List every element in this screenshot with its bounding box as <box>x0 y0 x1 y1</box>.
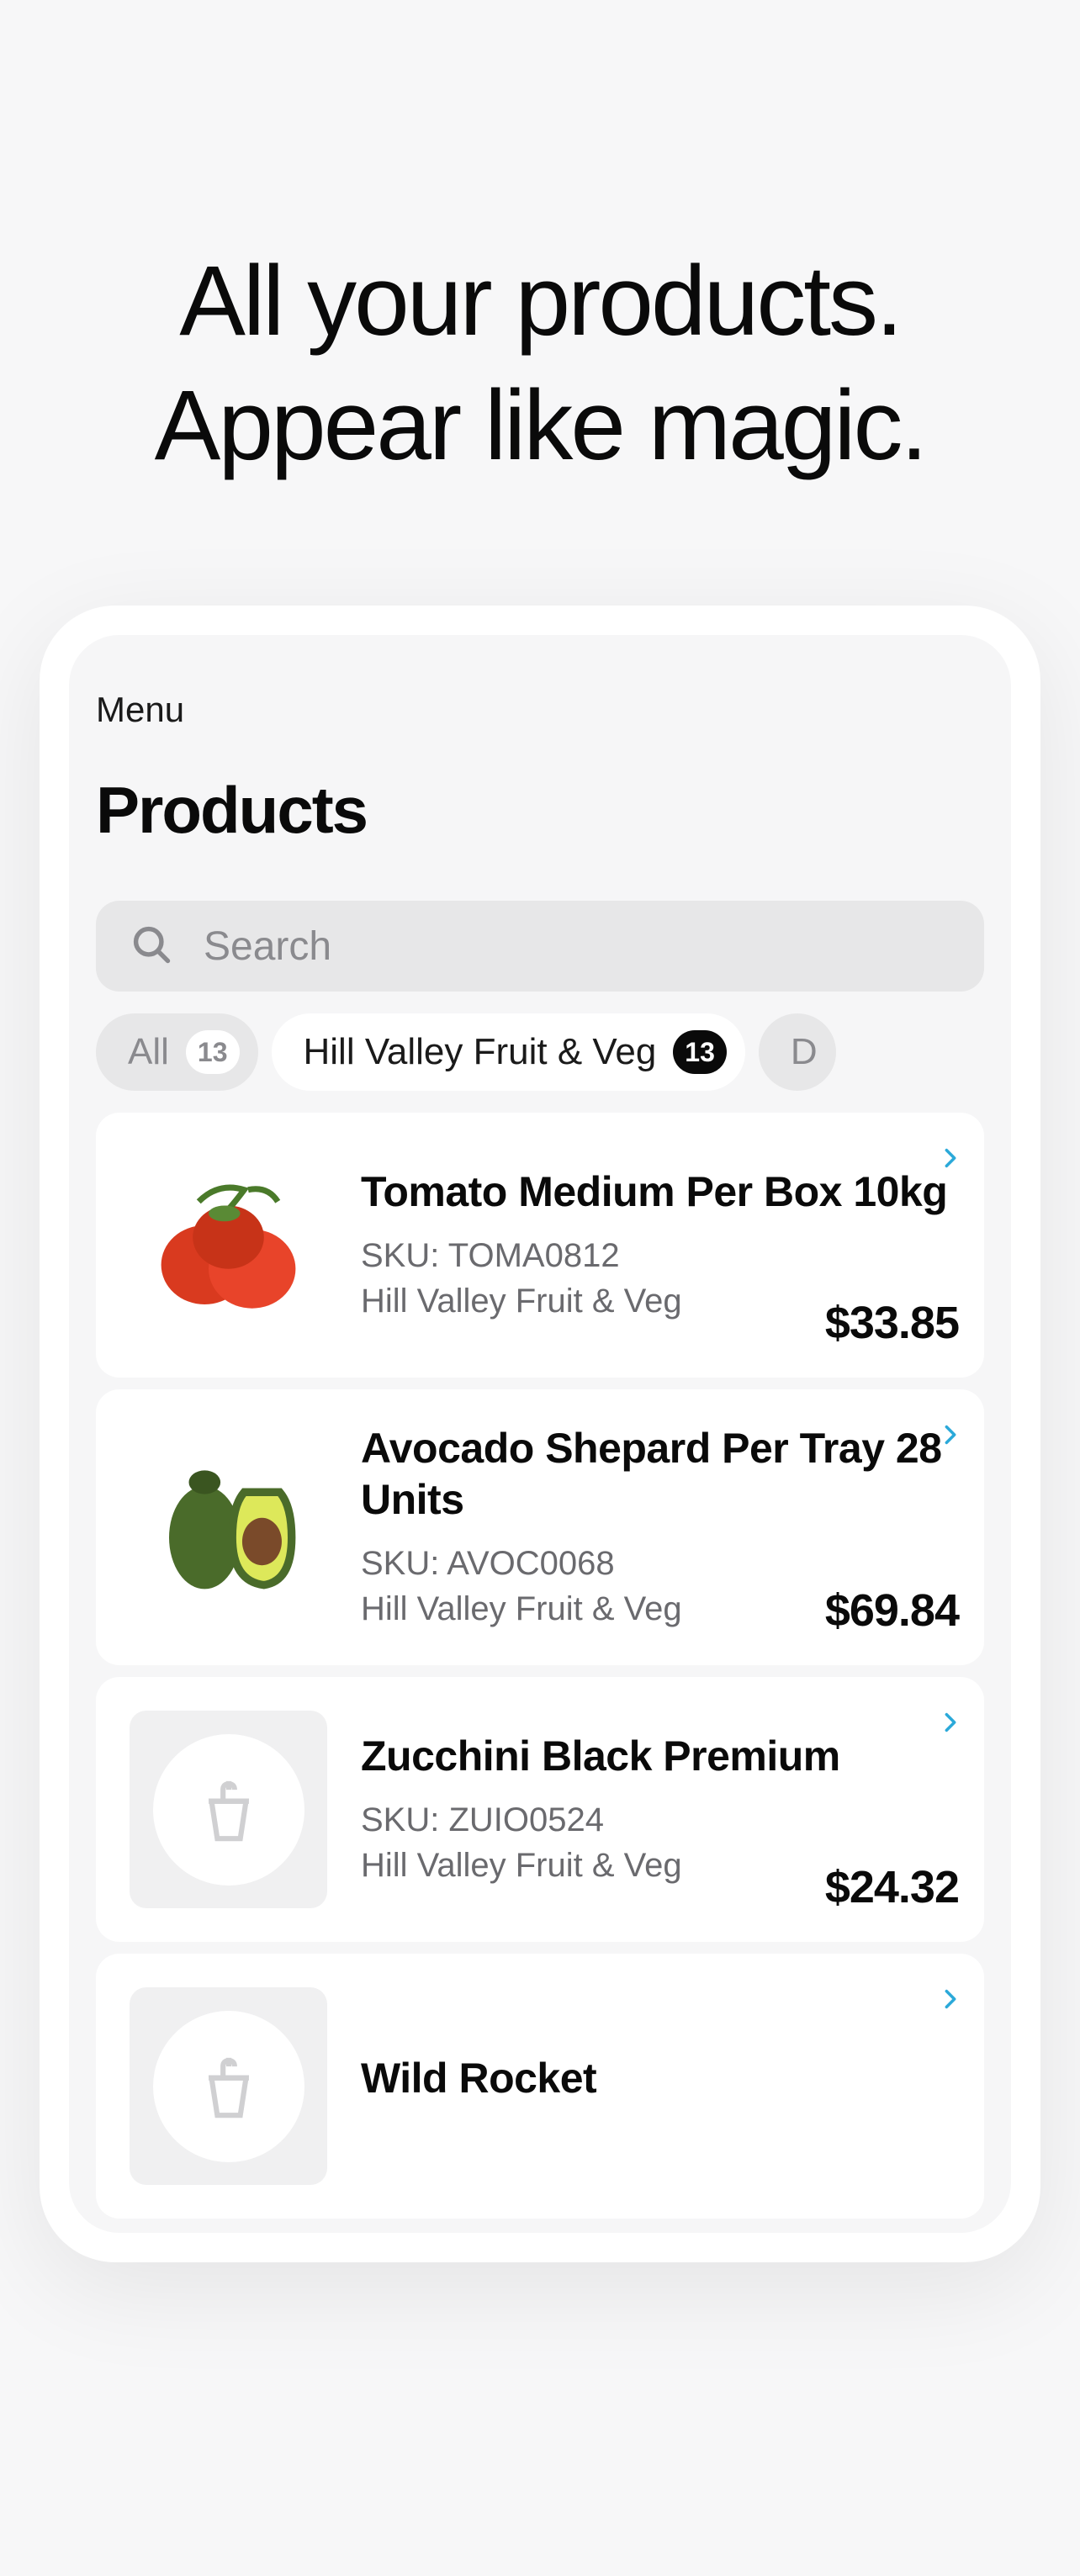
product-name: Zucchini Black Premium <box>361 1731 961 1782</box>
filter-chip-hill-valley[interactable]: Hill Valley Fruit & Veg 13 <box>272 1013 745 1091</box>
chevron-right-icon <box>939 1418 962 1452</box>
search-icon <box>130 923 173 971</box>
filter-chip-label: Hill Valley Fruit & Veg <box>304 1031 657 1073</box>
chevron-right-icon <box>939 1706 962 1739</box>
product-thumbnail <box>130 1711 327 1908</box>
placeholder-circle <box>153 2011 304 2162</box>
cup-icon <box>194 2052 263 2121</box>
avocado-image-icon <box>130 1423 327 1621</box>
product-sku: SKU: AVOC0068 <box>361 1541 961 1586</box>
product-sku: SKU: TOMA0812 <box>361 1233 961 1278</box>
product-sku: SKU: ZUIO0524 <box>361 1797 961 1843</box>
product-thumbnail <box>130 1146 327 1344</box>
product-price: $24.32 <box>825 1861 959 1913</box>
filter-chip-all[interactable]: All 13 <box>96 1013 258 1091</box>
search-bar[interactable] <box>96 901 984 992</box>
product-name: Tomato Medium Per Box 10kg <box>361 1166 961 1218</box>
headline-line-2: Appear like magic. <box>0 364 1080 489</box>
search-input[interactable] <box>204 923 950 970</box>
product-thumbnail <box>130 1423 327 1621</box>
cup-icon <box>194 1775 263 1844</box>
phone-frame: Menu Products All 13 Hill Valley Fruit &… <box>40 606 1040 2262</box>
placeholder-circle <box>153 1734 304 1886</box>
filter-chip-count: 13 <box>186 1030 240 1074</box>
headline-line-1: All your products. <box>0 240 1080 364</box>
marketing-headline: All your products. Appear like magic. <box>0 240 1080 488</box>
product-card[interactable]: Zucchini Black Premium SKU: ZUIO0524 Hil… <box>96 1677 984 1942</box>
filter-chip-count: 13 <box>673 1030 727 1074</box>
chevron-right-icon <box>939 1982 962 2016</box>
filter-chip-partial[interactable]: D <box>759 1013 836 1091</box>
tomato-image-icon <box>130 1146 327 1344</box>
product-list: Tomato Medium Per Box 10kg SKU: TOMA0812… <box>96 1113 984 2219</box>
chevron-right-icon <box>939 1141 962 1175</box>
app-screen: Menu Products All 13 Hill Valley Fruit &… <box>69 635 1011 2233</box>
product-name: Wild Rocket <box>361 2053 961 2104</box>
product-price: $69.84 <box>825 1584 959 1637</box>
product-name: Avocado Shepard Per Tray 28 Units <box>361 1423 961 1526</box>
page-title: Products <box>96 772 984 849</box>
menu-link[interactable]: Menu <box>96 690 984 730</box>
filter-chip-label: D <box>791 1031 818 1073</box>
filter-chip-label: All <box>128 1031 169 1073</box>
product-card[interactable]: Wild Rocket <box>96 1954 984 2219</box>
product-price: $33.85 <box>825 1297 959 1349</box>
product-body: Wild Rocket <box>361 1987 961 2185</box>
product-card[interactable]: Avocado Shepard Per Tray 28 Units SKU: A… <box>96 1389 984 1665</box>
product-thumbnail <box>130 1987 327 2185</box>
filter-chips: All 13 Hill Valley Fruit & Veg 13 D <box>96 1013 984 1091</box>
product-card[interactable]: Tomato Medium Per Box 10kg SKU: TOMA0812… <box>96 1113 984 1378</box>
